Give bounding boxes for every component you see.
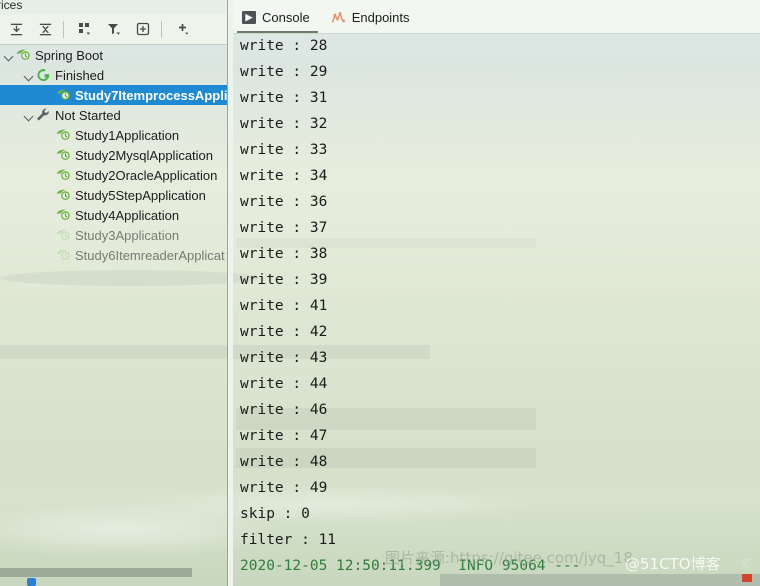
taskbar-indicator	[27, 578, 36, 586]
console-line: write : 31	[240, 90, 328, 106]
console-line: write : 46	[240, 402, 328, 418]
chevron-down-icon[interactable]	[4, 50, 15, 61]
ide-services-window: rices	[0, 0, 760, 586]
console-line: skip : 0	[240, 506, 310, 522]
tab-endpoints-label: Endpoints	[351, 9, 410, 25]
tree-row[interactable]: Study6ItemreaderApplicat	[0, 245, 227, 265]
spring-boot-icon	[55, 87, 72, 103]
console-pane: ▶ Console Endpoints write : 28 write : 29…	[233, 0, 760, 586]
spring-boot-icon	[55, 207, 72, 223]
filter-button[interactable]	[101, 16, 127, 42]
spring-boot-icon	[55, 247, 72, 263]
tree-row-label: Not Started	[55, 107, 121, 123]
toolbar-separator	[161, 20, 162, 38]
spring-boot-icon	[55, 167, 72, 183]
add-tab-button[interactable]	[130, 16, 156, 42]
console-line: write : 28	[240, 38, 328, 54]
wrench-icon	[35, 107, 52, 123]
copyright-watermark: ©	[742, 556, 752, 571]
finished-icon	[35, 67, 52, 83]
spring-boot-icon	[55, 147, 72, 163]
source-watermark: 图片来源:https://gitee.com/jyq_18	[385, 549, 633, 567]
tree-row-label: Study3Application	[75, 227, 180, 243]
tree-row[interactable]: Study1Application	[0, 125, 227, 145]
tree-row-label: Study2OracleApplication	[75, 167, 218, 183]
tree-row-label: Finished	[55, 67, 105, 83]
console-icon: ▶	[242, 10, 256, 24]
vertical-splitter[interactable]	[227, 0, 228, 586]
tree-row-label: Study6ItemreaderApplicat	[75, 247, 225, 263]
tree-hscroll-thumb[interactable]	[0, 568, 192, 577]
toolbar-separator	[63, 20, 64, 38]
tree-row-label: Study7ItemprocessAppli	[75, 87, 227, 103]
tab-endpoints[interactable]: Endpoints	[322, 1, 422, 33]
spring-boot-icon	[55, 187, 72, 203]
services-toolbar	[0, 14, 228, 45]
add-service-button[interactable]	[170, 16, 196, 42]
tree-row-label: Study4Application	[75, 207, 180, 223]
tree-row[interactable]: Not Started	[0, 105, 227, 125]
collapse-all-button[interactable]	[32, 16, 58, 42]
console-line: write : 48	[240, 454, 328, 470]
console-line: write : 32	[240, 116, 328, 132]
spring-boot-icon	[15, 47, 32, 63]
status-indicator	[742, 574, 752, 582]
console-line: write : 33	[240, 142, 328, 158]
console-line: write : 42	[240, 324, 328, 340]
console-line: write : 47	[240, 428, 328, 444]
tree-row[interactable]: Study2MysqlApplication	[0, 145, 227, 165]
console-output[interactable]: write : 28 write : 29 write : 31 write : 32…	[233, 33, 760, 586]
console-line: write : 38	[240, 246, 328, 262]
tab-console-label: Console	[262, 9, 310, 25]
spring-boot-icon	[55, 227, 72, 243]
site-watermark: @51CTO博客	[625, 555, 721, 573]
console-line: write : 29	[240, 64, 328, 80]
tree-row-label: Study2MysqlApplication	[75, 147, 214, 163]
console-line: write : 49	[240, 480, 328, 496]
tree-row[interactable]: Study5StepApplication	[0, 185, 227, 205]
tree-row[interactable]: Study7ItemprocessAppli	[0, 85, 227, 105]
console-line: write : 37	[240, 220, 328, 236]
tool-window-tab-strip: rices	[0, 0, 228, 15]
tab-console[interactable]: ▶ Console	[233, 1, 322, 33]
console-line: write : 39	[240, 272, 328, 288]
services-tree[interactable]: Spring Boot Finished Study7ItemprocessAppl…	[0, 45, 227, 565]
group-by-button[interactable]	[72, 16, 98, 42]
console-tab-strip: ▶ Console Endpoints	[233, 0, 760, 34]
tree-row-label: Spring Boot	[35, 47, 103, 63]
tool-window-tab-services[interactable]: rices	[0, 0, 22, 12]
tree-row-label: Study1Application	[75, 127, 180, 143]
tree-row[interactable]: Study3Application	[0, 225, 227, 245]
console-line: write : 36	[240, 194, 328, 210]
tree-row[interactable]: Study2OracleApplication	[0, 165, 227, 185]
chevron-down-icon[interactable]	[24, 110, 35, 121]
console-line: write : 41	[240, 298, 328, 314]
console-line: write : 43	[240, 350, 328, 366]
spring-boot-icon	[55, 127, 72, 143]
chevron-down-icon[interactable]	[24, 70, 35, 81]
tree-row[interactable]: Finished	[0, 65, 227, 85]
console-line: write : 44	[240, 376, 328, 392]
bottom-status-sliver	[440, 574, 760, 586]
tree-row[interactable]: Spring Boot	[0, 45, 227, 65]
panel-gutter	[228, 0, 233, 586]
expand-all-button[interactable]	[3, 16, 29, 42]
tree-row[interactable]: Study4Application	[0, 205, 227, 225]
endpoints-icon	[331, 11, 346, 24]
console-line: write : 34	[240, 168, 328, 184]
tree-row-label: Study5StepApplication	[75, 187, 206, 203]
